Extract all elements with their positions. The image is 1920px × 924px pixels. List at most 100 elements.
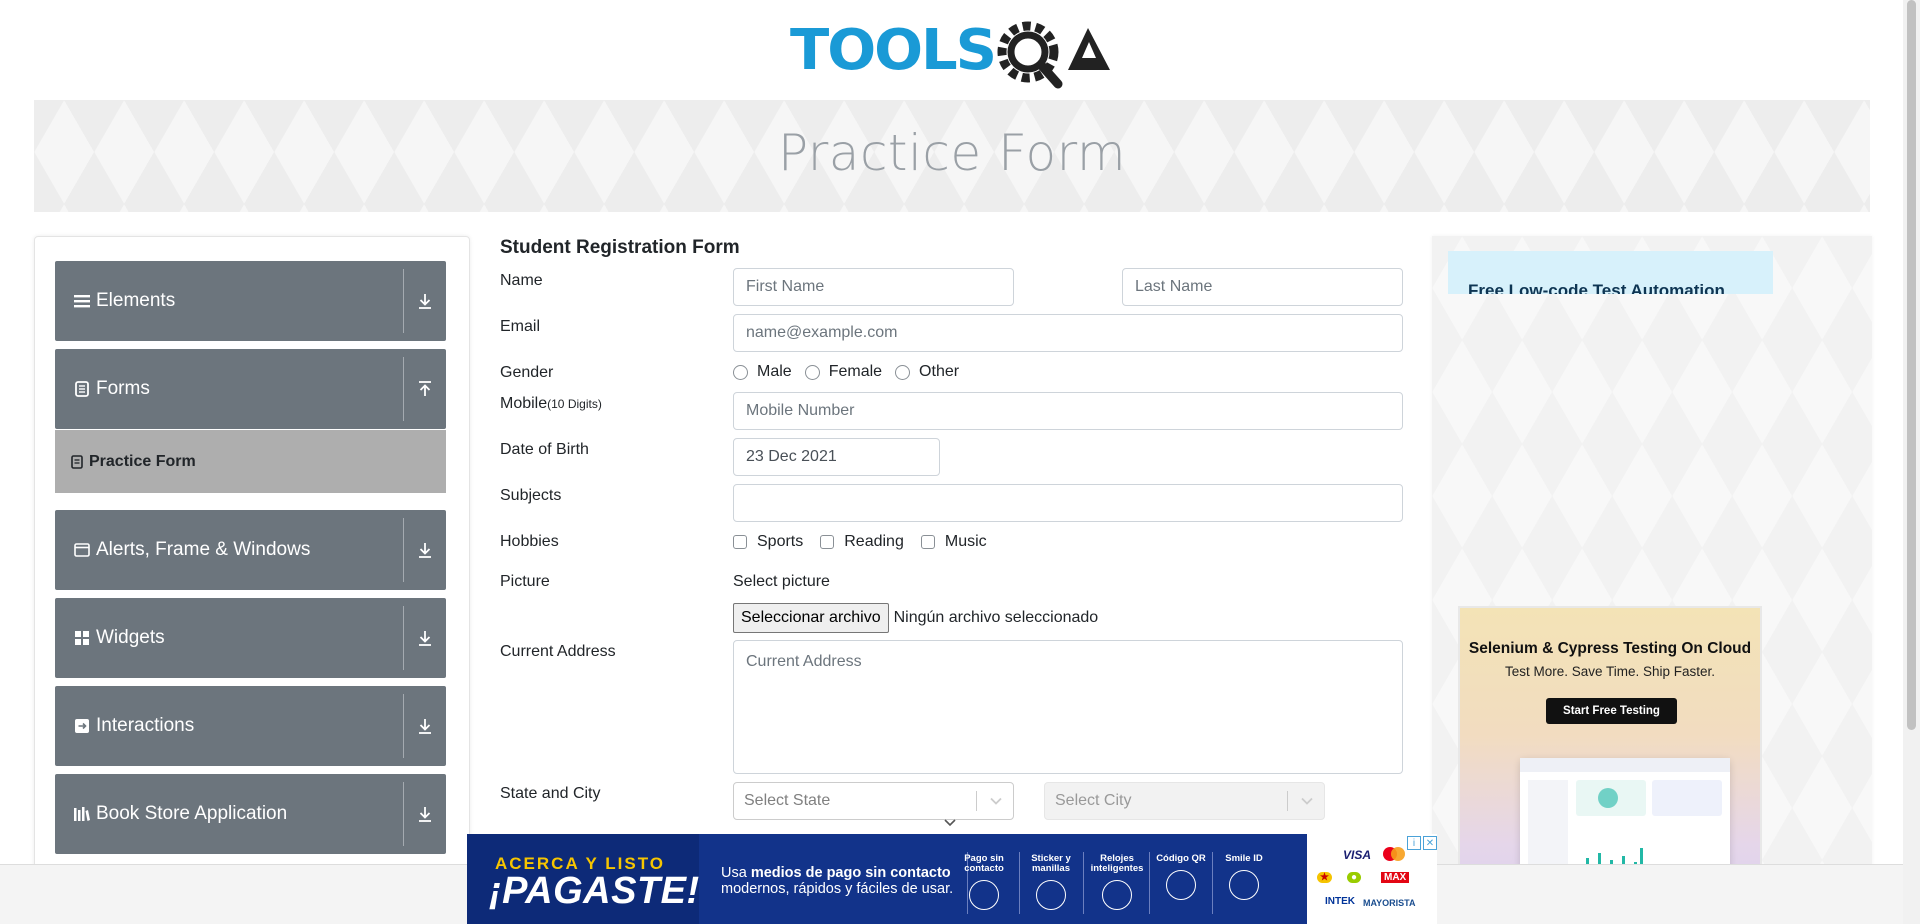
state-select-placeholder: Select State xyxy=(744,792,831,809)
sidebar-group-label: Alerts, Frame & Windows xyxy=(96,539,311,560)
ad-info-icon[interactable]: i xyxy=(1407,836,1421,850)
ad-copy-line2: modernos, rápidos y fáciles de usar. xyxy=(721,881,954,897)
radio-circle[interactable] xyxy=(733,364,748,380)
file-status-text: Ningún archivo seleccionado xyxy=(893,609,1099,626)
chevron-up-icon[interactable] xyxy=(414,349,436,429)
current-address-textarea[interactable]: Current Address xyxy=(733,640,1403,774)
email-label: Email xyxy=(500,318,541,335)
brand-visa: VISA xyxy=(1343,848,1372,862)
chevron-down-icon[interactable] xyxy=(989,783,1003,819)
state-select[interactable]: Select State xyxy=(733,782,1014,820)
radio-circle[interactable] xyxy=(895,364,911,380)
hobby-reading-checkbox[interactable]: Reading xyxy=(820,533,904,551)
ad-card-subtitle: Test More. Save Time. Ship Faster. xyxy=(1504,664,1716,679)
sidebar-group-label: Widgets xyxy=(96,627,165,648)
ad-feature-contactless: Pago sin contacto xyxy=(955,854,1013,910)
brand-mayorista: MAYORISTA xyxy=(1363,898,1416,908)
sticker-icon xyxy=(1036,880,1066,910)
toolsqa-logo[interactable]: TOOLS xyxy=(790,14,1116,90)
gender-male-radio[interactable]: Male xyxy=(733,363,792,381)
ad-feature-label: Sticker y manillas xyxy=(1031,853,1071,874)
gender-option-label: Male xyxy=(757,363,792,380)
window-icon xyxy=(72,543,92,557)
name-label: Name xyxy=(500,272,543,289)
page-title: Practice Form xyxy=(777,124,1127,182)
ad-top-headline: Free Low-code Test Automation xyxy=(1468,281,1725,294)
watch-icon xyxy=(1102,880,1132,910)
ad-banner-top[interactable]: Free Low-code Test Automation xyxy=(1448,251,1773,294)
ad-headline: ¡PAGASTE! xyxy=(489,870,700,912)
sidebar-group-book-store[interactable]: Book Store Application xyxy=(55,774,446,854)
mobile-hint: (10 Digits) xyxy=(547,397,602,411)
dob-label: Date of Birth xyxy=(500,441,589,458)
bottom-ad-banner[interactable]: ACERCA Y LISTO ¡PAGASTE! Usa medios de p… xyxy=(467,834,1437,924)
svg-text:TOOLS: TOOLS xyxy=(790,18,995,83)
email-input[interactable]: name@example.com xyxy=(733,314,1403,352)
gender-other-radio[interactable]: Other xyxy=(895,363,959,381)
chevron-down-icon[interactable] xyxy=(414,686,436,766)
subjects-input[interactable] xyxy=(733,484,1403,522)
gender-female-radio[interactable]: Female xyxy=(804,363,882,381)
chevron-down-icon[interactable] xyxy=(414,261,436,341)
hobby-music-checkbox[interactable]: Music xyxy=(920,533,987,551)
close-icon[interactable]: ✕ xyxy=(1423,836,1437,850)
form-icon xyxy=(71,454,83,469)
ad-feature-label: Smile ID xyxy=(1225,853,1263,864)
last-name-input[interactable]: Last Name xyxy=(1122,268,1403,306)
date-of-birth-input[interactable]: 23 Dec 2021 xyxy=(733,438,940,476)
mobile-label-text: Mobile xyxy=(500,395,548,412)
brand-intek: INTEK xyxy=(1325,896,1355,907)
sidebar-group-widgets[interactable]: Widgets xyxy=(55,598,446,678)
mobile-label: Mobile(10 Digits) xyxy=(500,395,602,413)
chevron-down-icon[interactable] xyxy=(414,598,436,678)
chevron-down-icon[interactable] xyxy=(942,818,958,828)
checkbox-box[interactable] xyxy=(820,535,835,549)
hobby-sports-checkbox[interactable]: Sports xyxy=(733,533,803,551)
mobile-input[interactable]: Mobile Number xyxy=(733,392,1403,430)
list-icon xyxy=(72,294,92,308)
sidebar-group-forms[interactable]: Forms xyxy=(55,349,446,429)
sidebar-group-interactions[interactable]: Interactions xyxy=(55,686,446,766)
sidebar-group-alerts[interactable]: Alerts, Frame & Windows xyxy=(55,510,446,590)
sidebar-group-label: Interactions xyxy=(96,715,195,736)
sidebar-item-practice-form[interactable]: Practice Form xyxy=(55,430,446,493)
ad-controls: i ✕ xyxy=(1407,836,1437,850)
checkbox-box[interactable] xyxy=(920,535,935,549)
chevron-down-icon[interactable] xyxy=(1300,783,1314,819)
gender-label: Gender xyxy=(500,364,554,381)
gender-option-label: Other xyxy=(919,363,960,380)
hobby-option-label: Sports xyxy=(757,533,804,550)
ad-feature-label: Relojes inteligentes xyxy=(1090,853,1144,874)
ad-feature-label: Pago sin contacto xyxy=(964,853,1004,874)
chevron-down-icon[interactable] xyxy=(414,774,436,854)
ad-copy: Usa medios de pago sin contacto modernos… xyxy=(721,865,953,897)
select-picture-label: Select picture xyxy=(733,573,830,590)
contactless-icon xyxy=(969,880,999,910)
chevron-down-icon[interactable] xyxy=(414,510,436,590)
subjects-label: Subjects xyxy=(500,487,562,504)
first-name-input[interactable]: First Name xyxy=(733,268,1014,306)
hobby-option-label: Music xyxy=(944,533,987,550)
sidebar-group-label: Forms xyxy=(96,378,150,399)
start-free-testing-button[interactable]: Start Free Testing xyxy=(1546,698,1677,724)
sidebar-group-elements[interactable]: Elements xyxy=(55,261,446,341)
city-select[interactable]: Select City xyxy=(1044,782,1325,820)
grid-icon xyxy=(72,631,92,645)
sidebar-group-label: Book Store Application xyxy=(96,803,288,824)
scrollbar-thumb[interactable] xyxy=(1907,0,1916,730)
ad-feature-sticker: Sticker y manillas xyxy=(1022,854,1080,910)
checkbox-box[interactable] xyxy=(733,535,747,549)
form-title: Student Registration Form xyxy=(500,237,740,258)
ad-feature-smile: Smile ID xyxy=(1215,854,1273,900)
vertical-scrollbar[interactable] xyxy=(1903,0,1920,924)
ad-feature-watches: Relojes inteligentes xyxy=(1088,854,1146,910)
hobby-option-label: Reading xyxy=(844,533,904,550)
ad-card-title: Selenium & Cypress Testing On Cloud xyxy=(1468,640,1752,657)
brand-logo-2: ● xyxy=(1347,872,1362,883)
brand-logo-1: ★ xyxy=(1317,872,1332,883)
picture-label: Picture xyxy=(500,573,550,590)
mastercard-icon xyxy=(1383,847,1405,861)
radio-circle[interactable] xyxy=(804,364,820,380)
books-icon xyxy=(72,807,92,821)
choose-file-button[interactable]: Seleccionar archivo xyxy=(733,603,889,633)
